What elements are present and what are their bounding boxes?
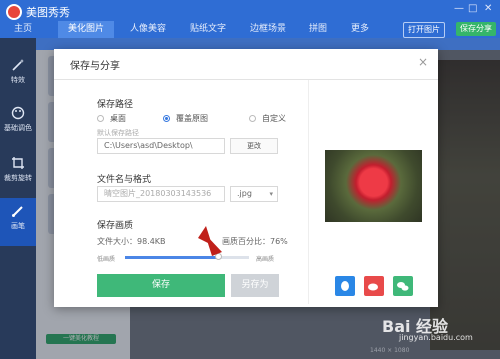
file-heading: 文件名与格式	[97, 175, 152, 185]
crop-icon	[12, 157, 24, 169]
weibo-icon	[368, 283, 378, 291]
brush-icon	[12, 206, 23, 217]
quality-slider-fill	[125, 256, 220, 259]
sidebar-item-label: 基础调色	[4, 124, 32, 132]
sidebar-item-effects[interactable]: 特效	[0, 52, 36, 100]
radio-dot	[97, 115, 104, 122]
radio-desktop[interactable]: 桌面	[97, 113, 126, 124]
save-button[interactable]: 保存	[97, 274, 225, 297]
quality-slider[interactable]	[125, 253, 249, 260]
weibo-share-icon[interactable]	[364, 276, 384, 296]
radio-custom[interactable]: 自定义	[249, 113, 286, 124]
save-share-button[interactable]: 保存分享	[456, 22, 496, 36]
dialog-title: 保存与分享	[70, 61, 120, 72]
format-select[interactable]: .jpg ▾	[230, 186, 278, 202]
radio-overwrite[interactable]: 覆盖原图	[163, 113, 208, 124]
format-value: .jpg	[237, 189, 252, 198]
baidu-watermark-url: jingyan.baidu.com	[399, 333, 473, 342]
maximize-icon[interactable]: □	[468, 3, 477, 14]
top-bar: 美图秀秀 — □ ✕ 主页 美化图片 人像美容 贴纸文字 边框场景 拼图 更多 …	[0, 0, 500, 38]
sidebar: 特效 基础调色 裁剪旋转 画笔	[0, 38, 36, 359]
penguin-icon	[341, 281, 349, 291]
sidebar-item-brush[interactable]: 画笔	[0, 198, 36, 246]
tab-home[interactable]: 主页	[6, 21, 40, 38]
tab-beautify[interactable]: 美化图片	[58, 21, 114, 38]
radio-label: 覆盖原图	[176, 114, 208, 123]
close-icon[interactable]: ✕	[484, 3, 492, 14]
tab-sticker-text[interactable]: 贴纸文字	[180, 21, 236, 38]
app-title: 美图秀秀	[26, 6, 70, 19]
wechat-share-icon[interactable]	[393, 276, 413, 296]
tab-frame-scene[interactable]: 边框场景	[240, 21, 296, 38]
radio-dot	[249, 115, 256, 122]
preview-image	[325, 150, 422, 222]
tab-portrait[interactable]: 人像美容	[120, 21, 176, 38]
sidebar-item-color[interactable]: 基础调色	[0, 100, 36, 148]
chevron-down-icon: ▾	[269, 190, 273, 198]
wechat-icon	[397, 282, 409, 291]
sidebar-item-label: 画笔	[11, 222, 25, 230]
save-path-field[interactable]: C:\Users\asd\Desktop\	[97, 138, 225, 154]
dialog-divider	[308, 80, 309, 304]
close-icon[interactable]: ×	[418, 55, 428, 69]
save-path-heading: 保存路径	[97, 100, 134, 110]
tab-more[interactable]: 更多	[340, 21, 380, 38]
minimize-icon[interactable]: —	[454, 3, 464, 14]
open-image-button[interactable]: 打开图片	[403, 22, 445, 38]
app-window: 美图秀秀 — □ ✕ 主页 美化图片 人像美容 贴纸文字 边框场景 拼图 更多 …	[0, 0, 500, 359]
dialog-header: 保存与分享 ×	[54, 49, 438, 80]
magic-wand-icon	[12, 59, 24, 71]
save-as-button[interactable]: 另存为	[231, 274, 279, 297]
sidebar-item-label: 裁剪旋转	[4, 174, 32, 182]
app-logo	[6, 4, 22, 20]
tab-collage[interactable]: 拼图	[298, 21, 338, 38]
radio-label: 自定义	[262, 114, 286, 123]
low-quality-label: 低画质	[97, 256, 116, 263]
quality-slider-knob[interactable]	[215, 253, 223, 260]
quality-percent-text: 画质百分比：76%	[222, 237, 288, 246]
file-size-text: 文件大小：98.4KB	[97, 237, 166, 246]
default-path-hint: 默认保存路径	[97, 129, 139, 137]
palette-icon	[11, 106, 25, 120]
radio-label: 桌面	[110, 114, 126, 123]
change-path-button[interactable]: 更改	[230, 138, 278, 154]
filename-field[interactable]: 晴空图片_20180303143536	[97, 186, 225, 202]
sidebar-item-label: 特效	[11, 76, 25, 84]
sidebar-item-crop[interactable]: 裁剪旋转	[0, 150, 36, 198]
radio-dot	[163, 115, 170, 122]
high-quality-label: 高画质	[256, 256, 275, 263]
quality-heading: 保存画质	[97, 221, 134, 231]
qq-share-icon[interactable]	[335, 276, 355, 296]
